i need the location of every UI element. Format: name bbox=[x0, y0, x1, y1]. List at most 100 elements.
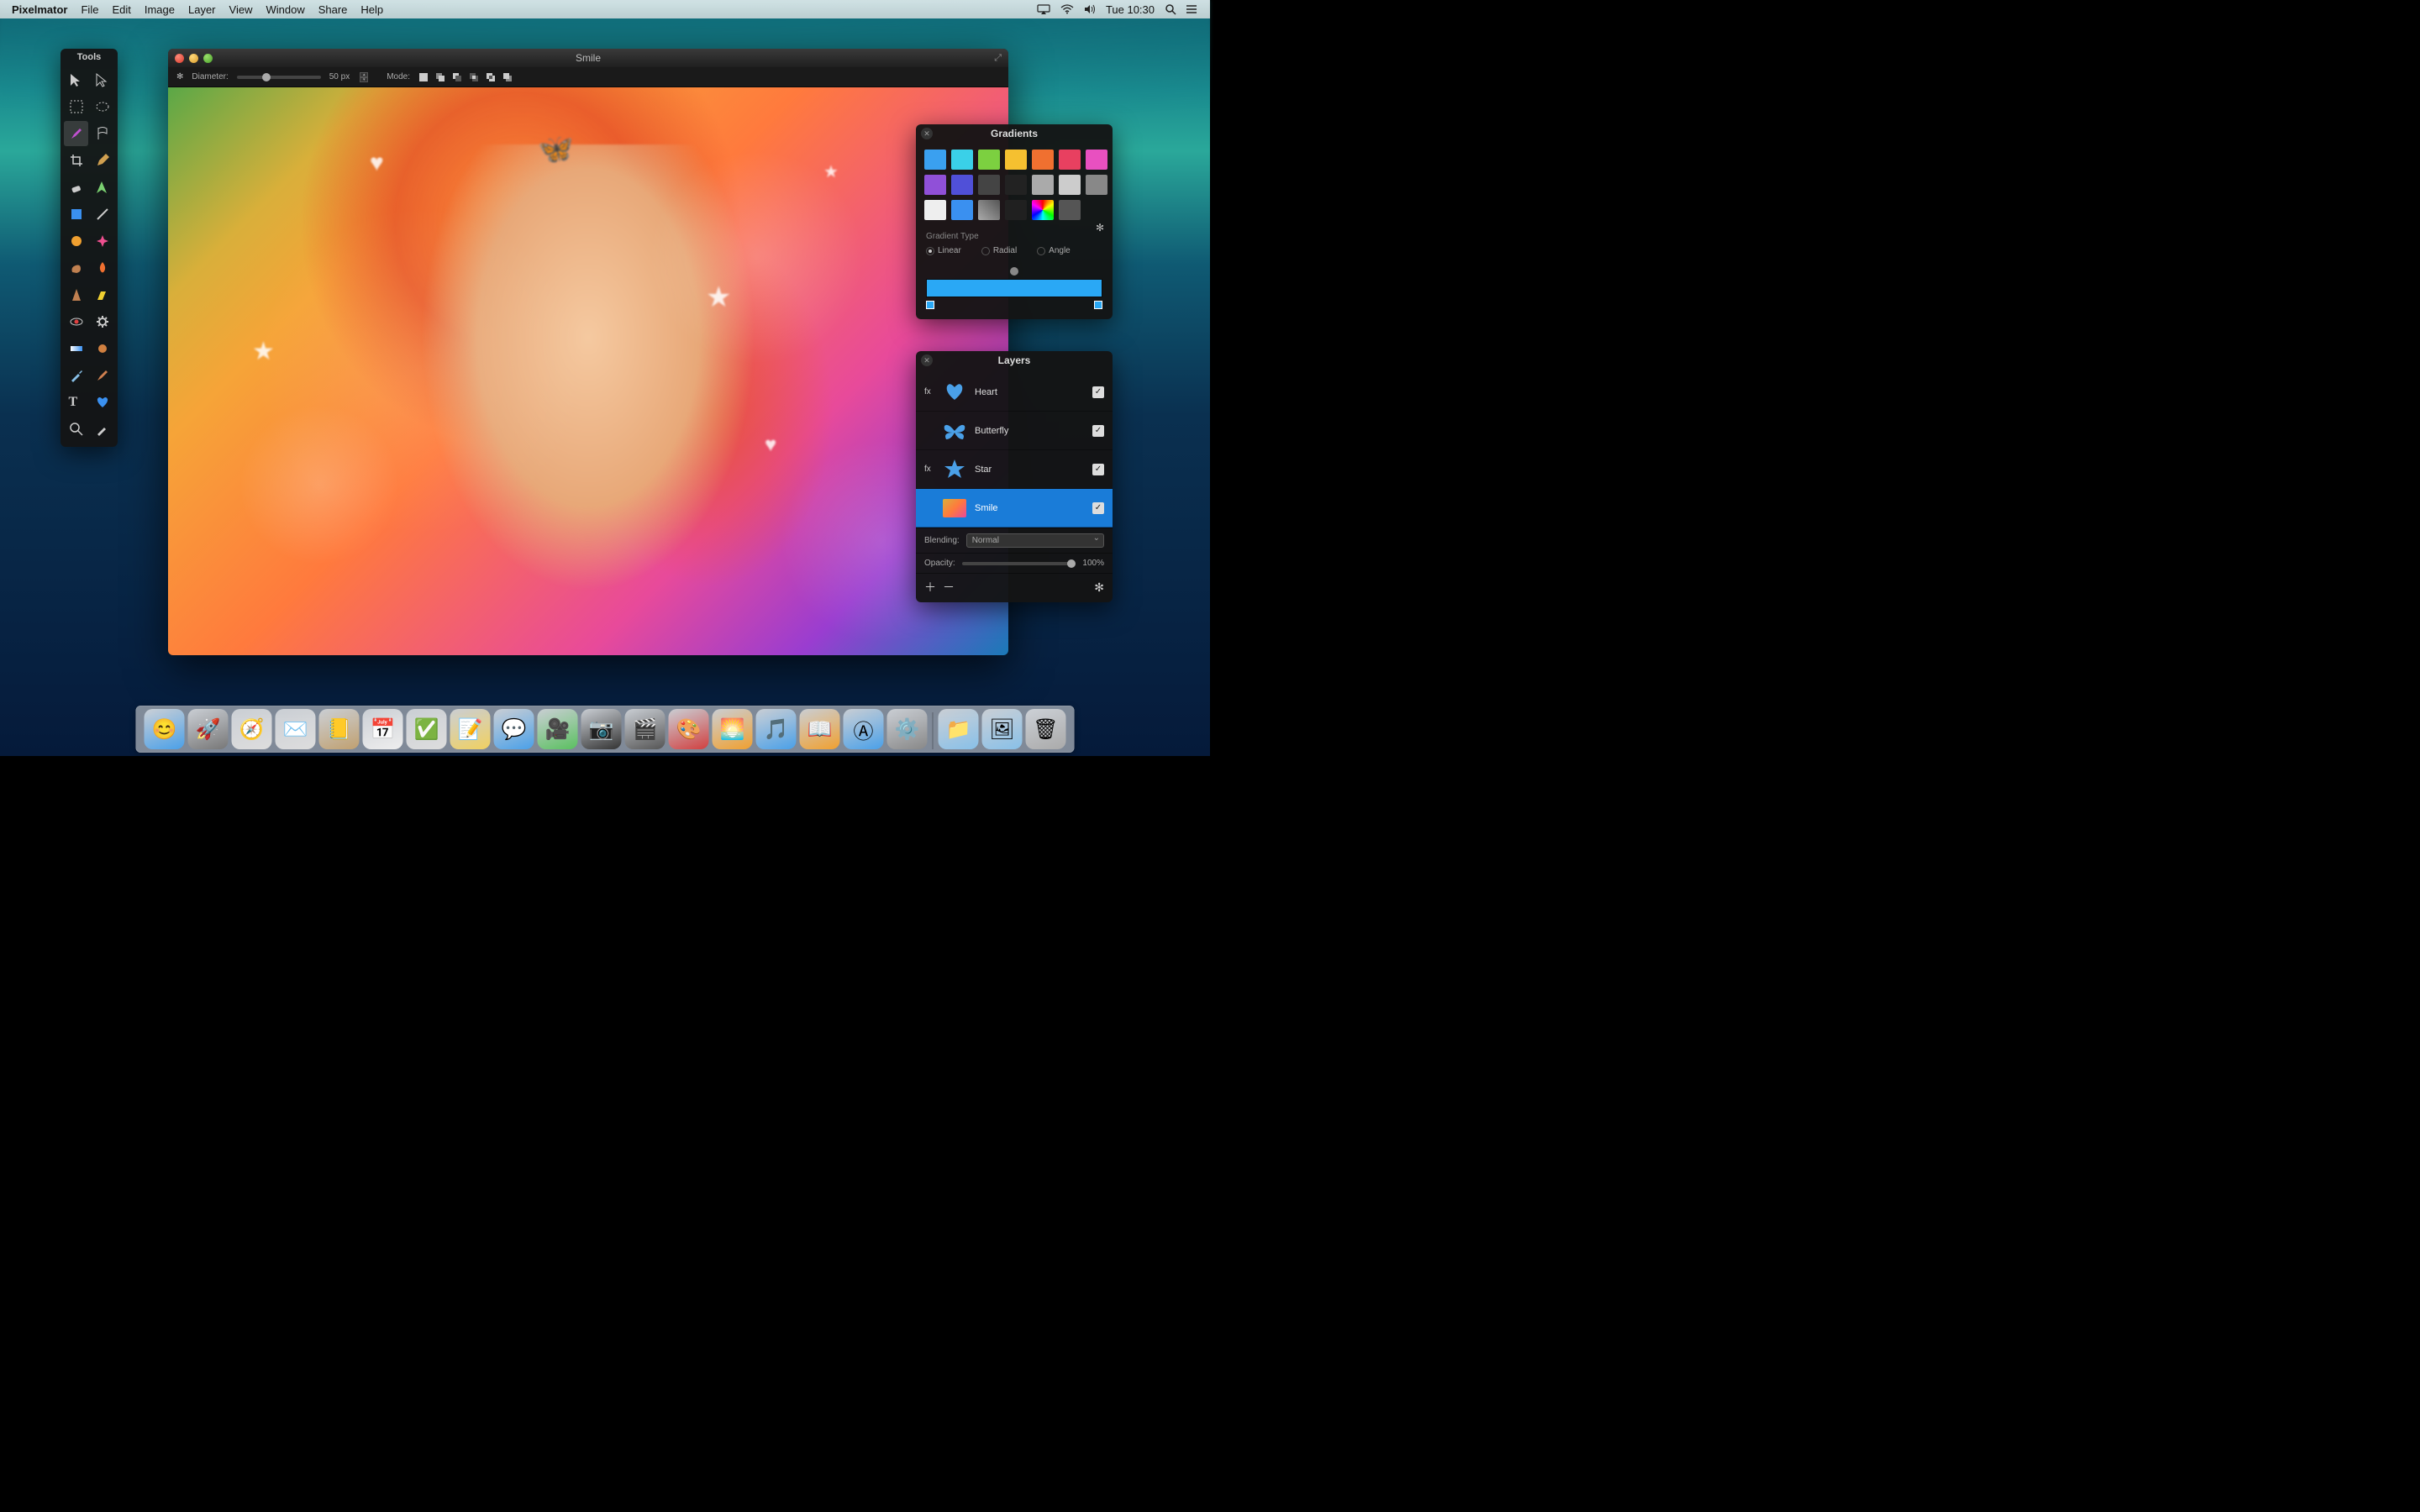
brush-tool[interactable] bbox=[64, 121, 88, 146]
mode-exclude-icon[interactable] bbox=[486, 72, 496, 82]
gradient-type-radial[interactable]: Radial bbox=[981, 246, 1017, 255]
dock-settings[interactable]: ⚙️ bbox=[887, 709, 928, 749]
menu-help[interactable]: Help bbox=[360, 3, 383, 16]
zoom-tool[interactable] bbox=[64, 417, 88, 442]
eraser-tool[interactable] bbox=[64, 175, 88, 200]
layer-visibility-checkbox[interactable]: ✓ bbox=[1092, 502, 1104, 514]
dock-mail[interactable]: ✉️ bbox=[276, 709, 316, 749]
layers-panel[interactable]: ✕ Layers fxHeart✓Butterfly✓fxStar✓Smile✓… bbox=[916, 351, 1113, 602]
blending-select[interactable]: Normal bbox=[966, 533, 1104, 548]
sparkle-tool[interactable] bbox=[90, 228, 114, 254]
opacity-slider[interactable] bbox=[962, 562, 1076, 565]
menu-window[interactable]: Window bbox=[266, 3, 304, 16]
gradient-swatch-19[interactable] bbox=[1059, 200, 1081, 220]
gradient-swatch-2[interactable] bbox=[978, 150, 1000, 170]
smudge-tool[interactable] bbox=[64, 255, 88, 281]
eyedropper-tool[interactable] bbox=[64, 363, 88, 388]
gradient-swatch-9[interactable] bbox=[978, 175, 1000, 195]
layer-row-star[interactable]: fxStar✓ bbox=[916, 450, 1113, 489]
dock-pixelmator[interactable]: 🎨 bbox=[669, 709, 709, 749]
zoom-button[interactable] bbox=[203, 54, 213, 63]
mode-subtract-icon[interactable] bbox=[452, 72, 462, 82]
gradient-swatch-6[interactable] bbox=[1086, 150, 1107, 170]
app-name[interactable]: Pixelmator bbox=[12, 3, 67, 16]
layer-visibility-checkbox[interactable]: ✓ bbox=[1092, 386, 1104, 398]
layer-visibility-checkbox[interactable]: ✓ bbox=[1092, 464, 1104, 475]
wifi-icon[interactable] bbox=[1060, 4, 1074, 14]
layer-row-heart[interactable]: fxHeart✓ bbox=[916, 373, 1113, 412]
mode-intersect-icon[interactable] bbox=[469, 72, 479, 82]
tools-palette[interactable]: Tools T bbox=[60, 49, 118, 447]
layer-row-butterfly[interactable]: Butterfly✓ bbox=[916, 412, 1113, 450]
gradient-swatch-14[interactable] bbox=[924, 200, 946, 220]
dock-safari[interactable]: 🧭 bbox=[232, 709, 272, 749]
gradient-preview-bar[interactable] bbox=[926, 279, 1102, 297]
gradient-swatch-11[interactable] bbox=[1032, 175, 1054, 195]
gradient-type-linear[interactable]: Linear bbox=[926, 246, 961, 255]
dock-documents[interactable]: 📁 bbox=[939, 709, 979, 749]
layer-visibility-checkbox[interactable]: ✓ bbox=[1092, 425, 1104, 437]
gradient-stop-left[interactable] bbox=[926, 301, 934, 309]
ellipse-marquee-tool[interactable] bbox=[90, 94, 114, 119]
remove-layer-icon[interactable]: － bbox=[943, 579, 955, 596]
dock-app-store[interactable]: Ⓐ bbox=[844, 709, 884, 749]
dock-ibooks[interactable]: 📖 bbox=[800, 709, 840, 749]
minimize-button[interactable] bbox=[189, 54, 198, 63]
airplay-icon[interactable] bbox=[1037, 4, 1050, 14]
gradient-swatch-1[interactable] bbox=[951, 150, 973, 170]
gradient-swatch-0[interactable] bbox=[924, 150, 946, 170]
diameter-slider[interactable] bbox=[237, 76, 321, 79]
sharpen-tool[interactable] bbox=[64, 282, 88, 307]
sphere-tool[interactable] bbox=[64, 228, 88, 254]
dock-reminders[interactable]: ✅ bbox=[407, 709, 447, 749]
clock[interactable]: Tue 10:30 bbox=[1106, 3, 1155, 16]
crop-tool[interactable] bbox=[64, 148, 88, 173]
gradient-swatch-10[interactable] bbox=[1005, 175, 1027, 195]
dock-itunes[interactable]: 🎵 bbox=[756, 709, 797, 749]
highlight-tool[interactable] bbox=[90, 282, 114, 307]
gradient-swatch-17[interactable] bbox=[1005, 200, 1027, 220]
spotlight-icon[interactable] bbox=[1165, 3, 1176, 15]
gradient-swatch-3[interactable] bbox=[1005, 150, 1027, 170]
dock-finder[interactable]: 😊 bbox=[145, 709, 185, 749]
gradient-swatch-18[interactable] bbox=[1032, 200, 1054, 220]
fullscreen-icon[interactable]: ⤢ bbox=[994, 53, 1002, 64]
gradient-swatch-16[interactable] bbox=[978, 200, 1000, 220]
titlebar[interactable]: Smile ⤢ bbox=[168, 49, 1008, 67]
brush2-tool[interactable] bbox=[90, 363, 114, 388]
type-tool[interactable]: T bbox=[64, 390, 88, 415]
heart-tool[interactable] bbox=[90, 390, 114, 415]
gradient-swatch-5[interactable] bbox=[1059, 150, 1081, 170]
tool-options-gear-icon[interactable]: ✻ bbox=[176, 72, 183, 81]
menu-file[interactable]: File bbox=[81, 3, 98, 16]
dock-notes[interactable]: 📝 bbox=[450, 709, 491, 749]
shape-tool[interactable] bbox=[64, 202, 88, 227]
flame-tool[interactable] bbox=[90, 255, 114, 281]
dock-iphoto[interactable]: 🌅 bbox=[713, 709, 753, 749]
gradient-swatch-8[interactable] bbox=[951, 175, 973, 195]
gradient-midpoint-handle[interactable] bbox=[1010, 267, 1018, 276]
dock-facetime[interactable]: 🎥 bbox=[538, 709, 578, 749]
close-icon[interactable]: ✕ bbox=[921, 128, 933, 139]
arrow-tool[interactable] bbox=[90, 67, 114, 92]
menu-layer[interactable]: Layer bbox=[188, 3, 216, 16]
gradients-gear-icon[interactable]: ✻ bbox=[1096, 222, 1104, 234]
gradient-type-angle[interactable]: Angle bbox=[1037, 246, 1071, 255]
dock-photo-booth[interactable]: 📷 bbox=[581, 709, 622, 749]
close-icon[interactable]: ✕ bbox=[921, 354, 933, 366]
dock-launchpad[interactable]: 🚀 bbox=[188, 709, 229, 749]
gradient-swatch-12[interactable] bbox=[1059, 175, 1081, 195]
move-tool[interactable] bbox=[64, 67, 88, 92]
pen-tool[interactable] bbox=[90, 175, 114, 200]
color-picker-tool[interactable] bbox=[90, 417, 114, 442]
menu-image[interactable]: Image bbox=[145, 3, 175, 16]
diameter-stepper[interactable]: ▴▾ bbox=[360, 72, 368, 82]
dock-messages[interactable]: 💬 bbox=[494, 709, 534, 749]
dock-contacts[interactable]: 📒 bbox=[319, 709, 360, 749]
gradient-stop-right[interactable] bbox=[1094, 301, 1102, 309]
menu-share[interactable]: Share bbox=[318, 3, 348, 16]
layer-row-smile[interactable]: Smile✓ bbox=[916, 489, 1113, 528]
gradient-swatch-15[interactable] bbox=[951, 200, 973, 220]
mode-normal-icon[interactable] bbox=[418, 72, 429, 82]
dock-trash[interactable]: 🗑 bbox=[1026, 709, 1066, 749]
